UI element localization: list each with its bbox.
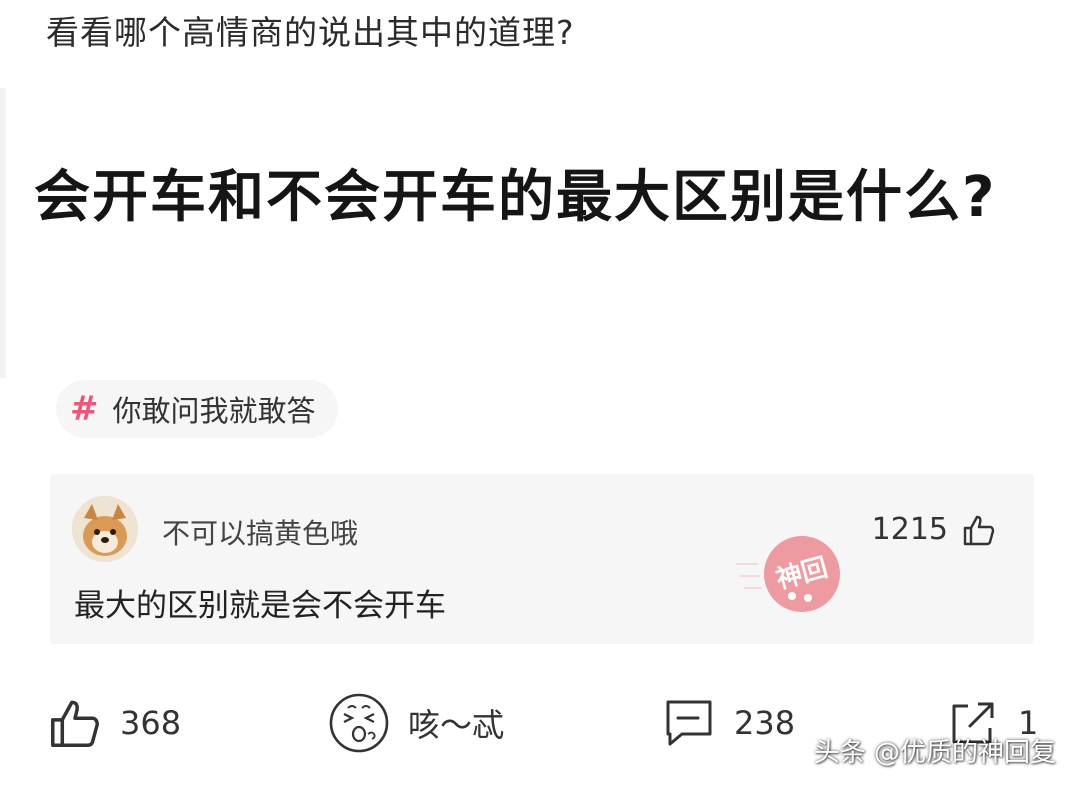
left-edge-shade [0,88,6,378]
author-name[interactable]: 不可以搞黄色哦 [162,512,358,552]
image-caption: 看看哪个高情商的说出其中的道理? [46,13,575,52]
like-count: 368 [120,704,182,742]
source-watermark: 头条 @优质的神回复 [813,738,1056,768]
like-button[interactable]: 368 [48,686,181,760]
answer-card[interactable]: 不可以搞黄色哦 最大的区别就是会不会开车 神回 1215 [50,474,1034,644]
topic-tag[interactable]: # 你敢问我就敢答 [56,380,338,438]
question-title[interactable]: 会开车和不会开车的最大区别是什么? [34,138,1074,258]
answer-like-button[interactable]: 1215 [872,512,996,547]
comment-button[interactable]: 238 [662,686,795,760]
reaction-button[interactable]: 咳～忒 [328,686,504,760]
reaction-label: 咳～忒 [408,706,505,744]
shenhui-stamp-icon: 神回 [736,536,840,612]
hash-icon: # [70,389,99,429]
thumbs-up-icon [963,515,995,545]
cough-face-icon [329,693,389,753]
thumbs-up-icon [51,700,99,747]
answer-like-count: 1215 [871,512,948,547]
comment-count: 238 [734,704,796,742]
avatar[interactable] [72,496,138,562]
comment-icon [666,700,712,746]
post-page: 看看哪个高情商的说出其中的道理? 会开车和不会开车的最大区别是什么? # 你敢问… [0,0,1080,788]
topic-label: 你敢问我就敢答 [112,394,316,428]
answer-text: 最大的区别就是会不会开车 [74,588,446,624]
